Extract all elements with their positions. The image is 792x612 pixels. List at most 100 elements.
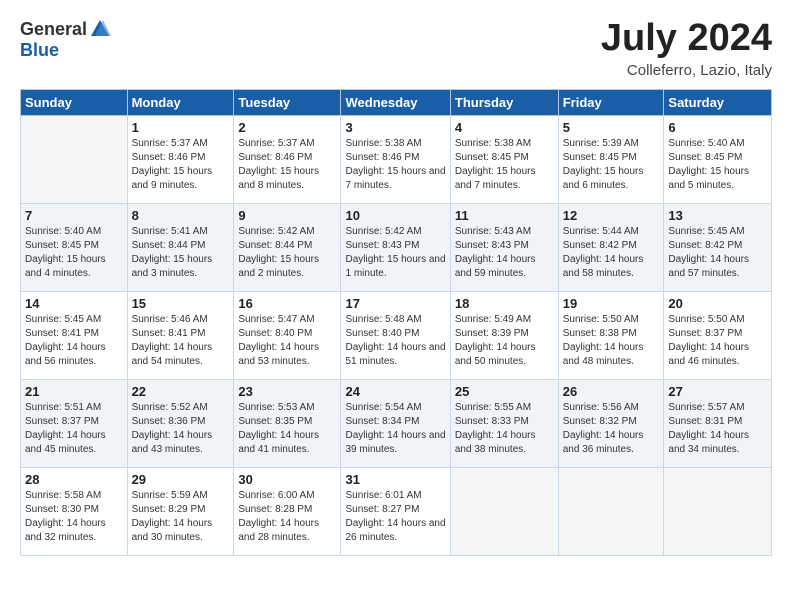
calendar-cell: 24 Sunrise: 5:54 AM Sunset: 8:34 PM Dayli… <box>341 379 450 467</box>
day-info: Sunrise: 5:50 AM Sunset: 8:37 PM Dayligh… <box>668 313 767 369</box>
calendar-cell: 25 Sunrise: 5:55 AM Sunset: 8:33 PM Dayli… <box>450 379 558 467</box>
day-number: 27 <box>668 384 767 399</box>
page: General Blue July 2024 Colleferro, Lazio… <box>0 0 792 612</box>
logo-blue-text: Blue <box>20 40 59 60</box>
day-number: 14 <box>25 296 123 311</box>
day-number: 28 <box>25 472 123 487</box>
calendar-cell: 16 Sunrise: 5:47 AM Sunset: 8:40 PM Dayli… <box>234 291 341 379</box>
calendar-cell: 4 Sunrise: 5:38 AM Sunset: 8:45 PM Daylig… <box>450 115 558 203</box>
calendar-cell: 15Sunrise: 5:46 AM Sunset: 8:41 PM Dayli… <box>127 291 234 379</box>
calendar-week-5: 28 Sunrise: 5:58 AM Sunset: 8:30 PM Dayli… <box>21 467 772 555</box>
logo-general-text: General <box>20 19 87 40</box>
day-number: 29 <box>132 472 230 487</box>
calendar-cell: 30 Sunrise: 6:00 AM Sunset: 8:28 PM Dayli… <box>234 467 341 555</box>
day-info: Sunrise: 5:54 AM Sunset: 8:34 PM Dayligh… <box>345 401 445 457</box>
calendar-header-friday: Friday <box>558 89 664 115</box>
calendar-cell: 22 Sunrise: 5:52 AM Sunset: 8:36 PM Dayli… <box>127 379 234 467</box>
calendar-week-4: 21Sunrise: 5:51 AM Sunset: 8:37 PM Dayli… <box>21 379 772 467</box>
calendar-header-tuesday: Tuesday <box>234 89 341 115</box>
day-number: 24 <box>345 384 445 399</box>
day-info: Sunrise: 5:47 AM Sunset: 8:40 PM Dayligh… <box>238 313 336 369</box>
day-info: Sunrise: 5:43 AM Sunset: 8:43 PM Dayligh… <box>455 225 554 281</box>
calendar-cell: 29 Sunrise: 5:59 AM Sunset: 8:29 PM Dayli… <box>127 467 234 555</box>
day-number: 16 <box>238 296 336 311</box>
day-info: Sunrise: 5:41 AM Sunset: 8:44 PM Dayligh… <box>132 225 230 281</box>
calendar-header-thursday: Thursday <box>450 89 558 115</box>
day-info: Sunrise: 5:49 AM Sunset: 8:39 PM Dayligh… <box>455 313 554 369</box>
calendar-cell: 20 Sunrise: 5:50 AM Sunset: 8:37 PM Dayli… <box>664 291 772 379</box>
day-info: Sunrise: 5:39 AM Sunset: 8:45 PM Dayligh… <box>563 137 660 193</box>
calendar: SundayMondayTuesdayWednesdayThursdayFrid… <box>20 89 772 556</box>
day-number: 1 <box>132 120 230 135</box>
calendar-header-row: SundayMondayTuesdayWednesdayThursdayFrid… <box>21 89 772 115</box>
calendar-cell: 27 Sunrise: 5:57 AM Sunset: 8:31 PM Dayli… <box>664 379 772 467</box>
calendar-cell: 23Sunrise: 5:53 AM Sunset: 8:35 PM Dayli… <box>234 379 341 467</box>
day-number: 4 <box>455 120 554 135</box>
day-info: Sunrise: 5:57 AM Sunset: 8:31 PM Dayligh… <box>668 401 767 457</box>
calendar-header-monday: Monday <box>127 89 234 115</box>
calendar-cell <box>21 115 128 203</box>
day-number: 7 <box>25 208 123 223</box>
calendar-week-3: 14Sunrise: 5:45 AM Sunset: 8:41 PM Dayli… <box>21 291 772 379</box>
day-info: Sunrise: 5:50 AM Sunset: 8:38 PM Dayligh… <box>563 313 660 369</box>
day-number: 17 <box>345 296 445 311</box>
day-info: Sunrise: 5:40 AM Sunset: 8:45 PM Dayligh… <box>668 137 767 193</box>
logo: General Blue <box>20 18 111 61</box>
day-number: 9 <box>238 208 336 223</box>
day-number: 22 <box>132 384 230 399</box>
logo-icon <box>89 18 111 40</box>
calendar-header-saturday: Saturday <box>664 89 772 115</box>
calendar-cell: 17 Sunrise: 5:48 AM Sunset: 8:40 PM Dayli… <box>341 291 450 379</box>
month-title: July 2024 <box>601 18 772 60</box>
day-info: Sunrise: 5:55 AM Sunset: 8:33 PM Dayligh… <box>455 401 554 457</box>
day-info: Sunrise: 5:38 AM Sunset: 8:45 PM Dayligh… <box>455 137 554 193</box>
day-number: 25 <box>455 384 554 399</box>
day-info: Sunrise: 5:51 AM Sunset: 8:37 PM Dayligh… <box>25 401 123 457</box>
day-info: Sunrise: 6:00 AM Sunset: 8:28 PM Dayligh… <box>238 489 336 545</box>
calendar-header-wednesday: Wednesday <box>341 89 450 115</box>
day-info: Sunrise: 5:45 AM Sunset: 8:42 PM Dayligh… <box>668 225 767 281</box>
day-info: Sunrise: 5:37 AM Sunset: 8:46 PM Dayligh… <box>238 137 336 193</box>
calendar-cell: 21Sunrise: 5:51 AM Sunset: 8:37 PM Dayli… <box>21 379 128 467</box>
day-number: 3 <box>345 120 445 135</box>
title-block: July 2024 Colleferro, Lazio, Italy <box>601 18 772 79</box>
calendar-cell: 26Sunrise: 5:56 AM Sunset: 8:32 PM Dayli… <box>558 379 664 467</box>
day-info: Sunrise: 5:52 AM Sunset: 8:36 PM Dayligh… <box>132 401 230 457</box>
day-info: Sunrise: 5:48 AM Sunset: 8:40 PM Dayligh… <box>345 313 445 369</box>
day-number: 8 <box>132 208 230 223</box>
calendar-cell: 31 Sunrise: 6:01 AM Sunset: 8:27 PM Dayli… <box>341 467 450 555</box>
calendar-cell: 11Sunrise: 5:43 AM Sunset: 8:43 PM Dayli… <box>450 203 558 291</box>
day-number: 20 <box>668 296 767 311</box>
calendar-cell: 6 Sunrise: 5:40 AM Sunset: 8:45 PM Daylig… <box>664 115 772 203</box>
calendar-cell: 12Sunrise: 5:44 AM Sunset: 8:42 PM Dayli… <box>558 203 664 291</box>
calendar-cell: 18Sunrise: 5:49 AM Sunset: 8:39 PM Dayli… <box>450 291 558 379</box>
day-info: Sunrise: 5:38 AM Sunset: 8:46 PM Dayligh… <box>345 137 445 193</box>
calendar-cell: 2 Sunrise: 5:37 AM Sunset: 8:46 PM Daylig… <box>234 115 341 203</box>
location: Colleferro, Lazio, Italy <box>601 62 772 79</box>
day-info: Sunrise: 5:59 AM Sunset: 8:29 PM Dayligh… <box>132 489 230 545</box>
calendar-cell: 13 Sunrise: 5:45 AM Sunset: 8:42 PM Dayli… <box>664 203 772 291</box>
day-info: Sunrise: 5:42 AM Sunset: 8:44 PM Dayligh… <box>238 225 336 281</box>
day-info: Sunrise: 6:01 AM Sunset: 8:27 PM Dayligh… <box>345 489 445 545</box>
calendar-cell: 14Sunrise: 5:45 AM Sunset: 8:41 PM Dayli… <box>21 291 128 379</box>
day-number: 19 <box>563 296 660 311</box>
calendar-cell: 8 Sunrise: 5:41 AM Sunset: 8:44 PM Daylig… <box>127 203 234 291</box>
day-info: Sunrise: 5:37 AM Sunset: 8:46 PM Dayligh… <box>132 137 230 193</box>
day-number: 31 <box>345 472 445 487</box>
day-number: 13 <box>668 208 767 223</box>
calendar-cell <box>450 467 558 555</box>
calendar-header-sunday: Sunday <box>21 89 128 115</box>
day-number: 30 <box>238 472 336 487</box>
calendar-cell: 3 Sunrise: 5:38 AM Sunset: 8:46 PM Daylig… <box>341 115 450 203</box>
day-number: 23 <box>238 384 336 399</box>
day-info: Sunrise: 5:58 AM Sunset: 8:30 PM Dayligh… <box>25 489 123 545</box>
calendar-week-1: 1 Sunrise: 5:37 AM Sunset: 8:46 PM Daylig… <box>21 115 772 203</box>
calendar-cell: 7Sunrise: 5:40 AM Sunset: 8:45 PM Daylig… <box>21 203 128 291</box>
day-info: Sunrise: 5:56 AM Sunset: 8:32 PM Dayligh… <box>563 401 660 457</box>
day-number: 12 <box>563 208 660 223</box>
calendar-cell: 9 Sunrise: 5:42 AM Sunset: 8:44 PM Daylig… <box>234 203 341 291</box>
calendar-cell: 19 Sunrise: 5:50 AM Sunset: 8:38 PM Dayli… <box>558 291 664 379</box>
day-info: Sunrise: 5:46 AM Sunset: 8:41 PM Dayligh… <box>132 313 230 369</box>
day-number: 6 <box>668 120 767 135</box>
day-number: 2 <box>238 120 336 135</box>
